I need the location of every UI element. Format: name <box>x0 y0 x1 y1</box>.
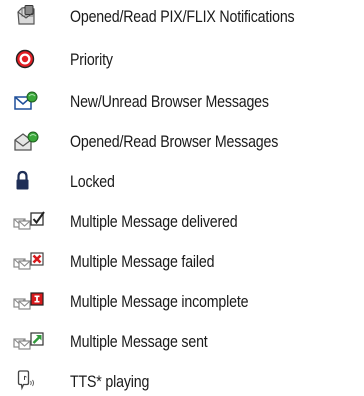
legend-row-tts-playing: TTS* playing <box>0 366 364 396</box>
legend-label: Multiple Message incomplete <box>70 293 249 311</box>
priority-icon <box>12 47 46 71</box>
multiple-message-delivered-icon <box>12 209 46 233</box>
legend-label: Locked <box>70 173 115 191</box>
legend-row-opened-pix-flix: Opened/Read PIX/FLIX Notifications <box>0 1 364 31</box>
legend-row-multiple-incomplete: Multiple Message incomplete <box>0 286 364 316</box>
legend-row-multiple-delivered: Multiple Message delivered <box>0 206 364 236</box>
opened-browser-message-icon <box>12 129 46 153</box>
legend-label: Opened/Read Browser Messages <box>70 133 279 151</box>
legend-label: Multiple Message sent <box>70 333 208 351</box>
legend-row-opened-browser: Opened/Read Browser Messages <box>0 126 364 156</box>
legend-row-locked: Locked <box>0 166 364 196</box>
tts-playing-icon <box>12 369 46 393</box>
new-browser-message-icon <box>12 89 46 113</box>
legend-label: New/Unread Browser Messages <box>70 93 269 111</box>
multiple-message-sent-icon <box>12 329 46 353</box>
opened-pix-flix-notification-icon <box>12 4 46 28</box>
legend-row-new-browser: New/Unread Browser Messages <box>0 86 364 116</box>
legend-row-multiple-sent: Multiple Message sent <box>0 326 364 356</box>
multiple-message-failed-icon <box>12 249 46 273</box>
lock-icon <box>12 169 46 193</box>
legend-label: Priority <box>70 51 113 69</box>
legend-row-priority: Priority <box>0 44 364 74</box>
legend-label: Opened/Read PIX/FLIX Notifications <box>70 8 295 26</box>
multiple-message-incomplete-icon <box>12 289 46 313</box>
legend-label: TTS* playing <box>70 373 150 391</box>
legend-label: Multiple Message delivered <box>70 213 238 231</box>
legend-label: Multiple Message failed <box>70 253 215 271</box>
legend-row-multiple-failed: Multiple Message failed <box>0 246 364 276</box>
